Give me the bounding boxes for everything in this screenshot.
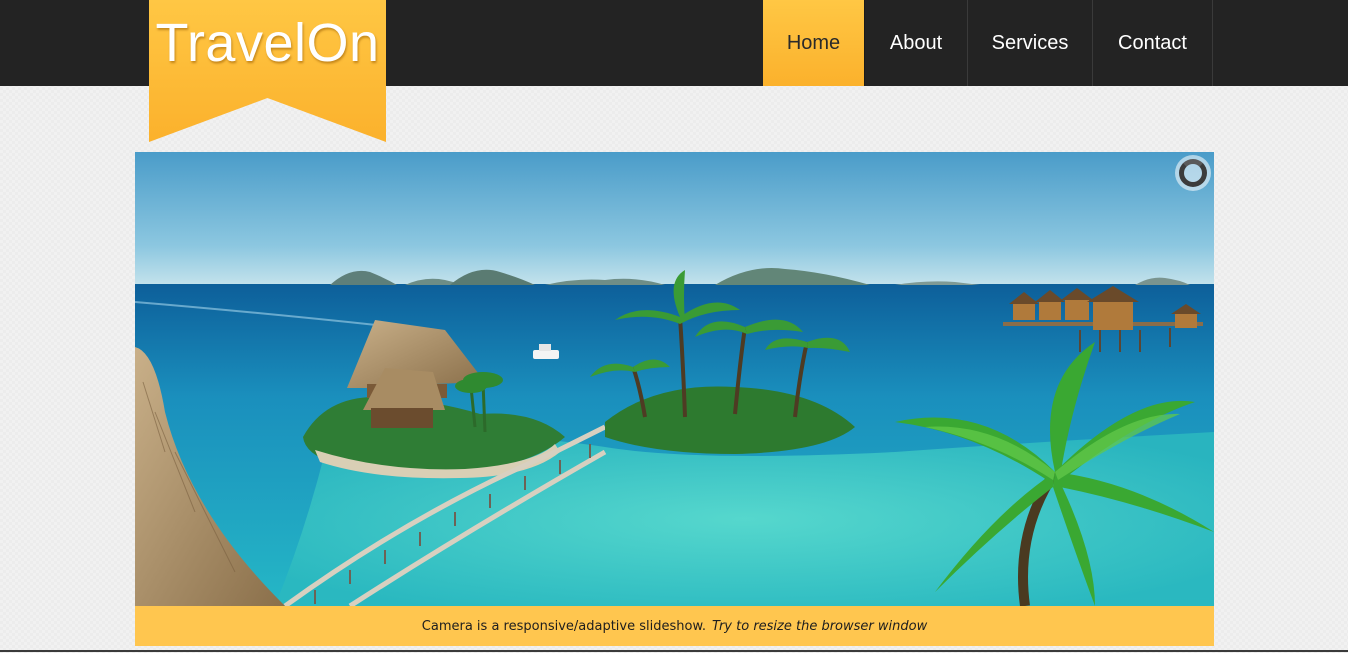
- nav-item-contact[interactable]: Contact: [1093, 0, 1213, 86]
- logo[interactable]: TravelOn: [149, 8, 386, 78]
- caption-emphasis: Try to resize the browser window: [712, 618, 928, 634]
- logo-ribbon[interactable]: TravelOn: [149, 0, 386, 142]
- nav-item-home[interactable]: Home: [763, 0, 865, 86]
- loader-ring: [1179, 159, 1207, 187]
- slide-image: [135, 152, 1214, 606]
- main-nav: Home About Services Contact: [763, 0, 1213, 86]
- caption-lead: Camera is a responsive/adaptive slidesho…: [421, 618, 707, 634]
- loading-spinner-icon: [1175, 155, 1211, 191]
- slide-caption: Camera is a responsive/adaptive slidesho…: [135, 606, 1214, 646]
- nav-item-about[interactable]: About: [865, 0, 968, 86]
- bottom-divider: [0, 650, 1348, 652]
- slideshow[interactable]: [135, 152, 1214, 606]
- nav-item-services[interactable]: Services: [968, 0, 1093, 86]
